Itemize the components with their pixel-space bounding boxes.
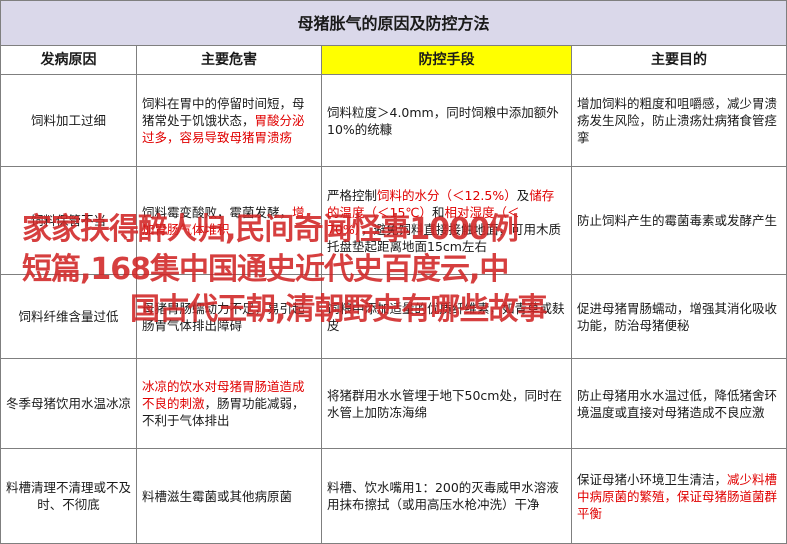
cell-text: 饲料霉变酸败，霉菌发酵， [142, 204, 293, 220]
cell-text: 防止饲料产生的霉菌毒素或发酵产生 [577, 213, 778, 228]
header-row: 发病原因 主要危害 防控手段 主要目的 [0, 45, 787, 75]
cell-text: 母猪胃肠蠕动力不足，易引起肠胃气体排出障碍 [142, 300, 305, 333]
cell-text: 和 [431, 204, 445, 220]
cause-cell: 饲料保管不当 [0, 166, 137, 275]
table-row: 饲料加工过细 饲料在胃中的停留时间短，母猪常处于饥饿状态，胃酸分泌过多，容易导致… [0, 74, 787, 167]
table-row: 饲料纤维含量过低 母猪胃肠蠕动力不足，易引起肠胃气体排出障碍 饲粮中添加适量的优… [0, 274, 787, 359]
purpose-cell: 防止母猪用水水温过低，降低猪舍环境温度或直接对母猪造成不良应激 [570, 358, 787, 449]
cell-text: 料槽滋生霉菌或其他病原菌 [142, 488, 293, 504]
cell-text: ，避免饲料直接接触地面，可用木质托盘垫起距离地面15cm左右 [327, 221, 562, 254]
cell-text: 料槽、饮水嘴用1：200的灭毒威甲水溶液用抹布擦拭（或用高压水枪冲洗）干净 [327, 480, 559, 512]
table-row: 料槽清理不清理或不及时、不彻底 料槽滋生霉菌或其他病原菌 料槽、饮水嘴用1：20… [0, 448, 787, 544]
emphasis-text: 饲料的水分（＜12.5%） [377, 187, 517, 203]
harm-cell: 母猪胃肠蠕动力不足，易引起肠胃气体排出障碍 [136, 274, 322, 359]
purpose-cell: 增加饲料的粗度和咀嚼感，减少胃溃疡发生风险，防止溃疡灶病猪食管痉挛 [570, 74, 787, 167]
control-cell: 料槽、饮水嘴用1：200的灭毒威甲水溶液用抹布擦拭（或用高压水枪冲洗）干净 [321, 448, 572, 544]
cause-cell: 饲料纤维含量过低 [0, 274, 137, 359]
control-cell: 饲料粒度＞4.0mm，同时饲粮中添加额外10%的统糠 [321, 74, 572, 167]
control-cell: 将猪群用水水管埋于地下50cm处，同时在水管上加防冻海绵 [321, 358, 572, 449]
cell-text: 饲料粒度＞4.0mm，同时饲粮中添加额外10%的统糠 [327, 104, 559, 137]
purpose-cell: 防止饲料产生的霉菌毒素或发酵产生 [570, 166, 787, 275]
cell-text: 将猪群用水水管埋于地下50cm处，同时在水管上加防冻海绵 [327, 387, 562, 420]
table-title: 母猪胀气的原因及防控方法 [0, 0, 787, 46]
control-cell: 严格控制饲料的水分（＜12.5%）及储存的温度（＜15℃）和相对湿度（＜70%）… [321, 166, 572, 275]
control-cell: 饲粮中添加适量的优质纤维素，如青草或麸皮 [321, 274, 572, 359]
purpose-cell: 保证母猪小环境卫生清洁，减少料槽中病原菌的繁殖，保证母猪肠道菌群平衡 [570, 448, 787, 544]
cell-text: 及 [516, 187, 530, 203]
harm-cell: 饲料霉变酸败，霉菌发酵，增加胃肠气体堆积 [136, 166, 322, 275]
cell-text: 严格控制 [327, 187, 378, 203]
cause-cell: 饲料加工过细 [0, 74, 137, 167]
cause-cell: 料槽清理不清理或不及时、不彻底 [0, 448, 137, 544]
header-harm: 主要危害 [136, 45, 322, 75]
harm-cell: 饲料在胃中的停留时间短，母猪常处于饥饿状态，胃酸分泌过多，容易导致母猪胃溃疡 [136, 74, 322, 167]
header-cause: 发病原因 [0, 45, 137, 75]
harm-cell: 料槽滋生霉菌或其他病原菌 [136, 448, 322, 544]
header-control: 防控手段 [321, 45, 572, 75]
header-purpose: 主要目的 [570, 45, 787, 75]
harm-cell: 冰凉的饮水对母猪胃肠道造成不良的刺激，肠胃功能减弱，不利于气体排出 [136, 358, 322, 449]
cell-text: 促进母猪胃肠蠕动，增强其消化吸收功能，防治母猪便秘 [577, 300, 778, 333]
table-row: 冬季母猪饮用水温冰凉 冰凉的饮水对母猪胃肠道造成不良的刺激，肠胃功能减弱，不利于… [0, 358, 787, 449]
table-row: 饲料保管不当 饲料霉变酸败，霉菌发酵，增加胃肠气体堆积 严格控制饲料的水分（＜1… [0, 166, 787, 275]
cell-text: 增加饲料的粗度和咀嚼感，减少胃溃疡发生风险，防止溃疡灶病猪食管痉挛 [577, 96, 778, 145]
purpose-cell: 促进母猪胃肠蠕动，增强其消化吸收功能，防治母猪便秘 [570, 274, 787, 359]
prevention-table: 母猪胀气的原因及防控方法 发病原因 主要危害 防控手段 主要目的 饲料加工过细 … [0, 0, 787, 544]
cause-cell: 冬季母猪饮用水温冰凉 [0, 358, 137, 449]
cell-text: 饲粮中添加适量的优质纤维素，如青草或麸皮 [327, 300, 565, 333]
cell-text: 防止母猪用水水温过低，降低猪舍环境温度或直接对母猪造成不良应激 [577, 387, 778, 420]
cell-text: 保证母猪小环境卫生清洁， [577, 471, 728, 487]
